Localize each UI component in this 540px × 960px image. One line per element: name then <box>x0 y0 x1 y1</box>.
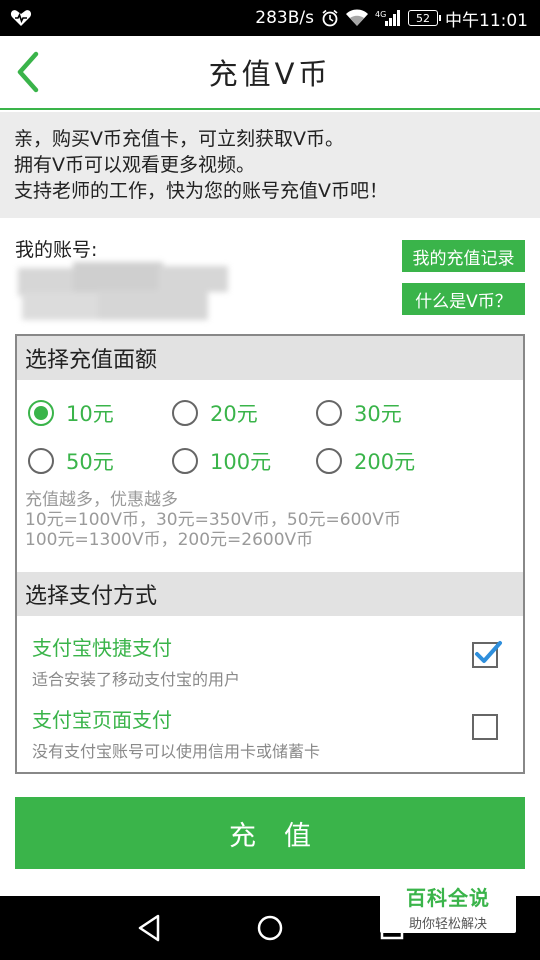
promo-line: 100元=1300V币，200元=2600V币 <box>25 530 314 550</box>
heart-icon <box>10 9 32 27</box>
info-line: 支持老师的工作，快为您的账号充值V币吧！ <box>14 180 388 202</box>
radio-checked-icon[interactable] <box>28 400 54 426</box>
payment-title: 支付宝页面支付 <box>32 708 172 732</box>
checkbox-unchecked[interactable] <box>472 714 498 740</box>
account-label: 我的账号: <box>15 239 98 261</box>
amount-label: 200元 <box>354 450 416 474</box>
payment-title: 支付宝快捷支付 <box>32 636 172 660</box>
page-title: 充值V币 <box>208 57 332 91</box>
recharge-panel: 选择充值面额 10元 20元 30元 50元 100元 200元 充值越多，优惠… <box>15 334 525 774</box>
radio-icon[interactable] <box>28 448 54 474</box>
payment-desc: 没有支付宝账号可以使用信用卡或储蓄卡 <box>32 742 321 761</box>
amount-label: 50元 <box>66 450 114 474</box>
clock: 中午11:01 <box>445 10 528 31</box>
amount-label: 20元 <box>210 402 258 426</box>
back-triangle-icon[interactable] <box>132 910 168 946</box>
recharge-history-button[interactable]: 我的充值记录 <box>402 240 525 272</box>
info-line: 拥有V币可以观看更多视频。 <box>14 154 255 176</box>
checkbox-checked[interactable] <box>472 641 502 668</box>
status-bar: 283B/s 4G 52 中午11:01 <box>0 0 540 36</box>
battery-icon: 52 <box>408 10 441 26</box>
radio-icon[interactable] <box>316 400 342 426</box>
amount-option-200[interactable]: 200元 <box>316 446 415 476</box>
back-arrow-icon[interactable] <box>12 50 46 94</box>
recharge-submit-button[interactable]: 充值 <box>15 797 525 869</box>
payment-option-alipay-page[interactable]: 支付宝页面支付 没有支付宝账号可以使用信用卡或储蓄卡 <box>17 688 523 761</box>
account-value-blurred <box>18 262 230 322</box>
what-is-vcoin-button[interactable]: 什么是V币？ <box>402 283 525 315</box>
promo-line: 充值越多，优惠越多 <box>25 490 178 510</box>
home-circle-icon[interactable] <box>252 910 288 946</box>
payment-option-alipay-quick[interactable]: 支付宝快捷支付 适合安装了移动支付宝的用户 <box>17 616 523 689</box>
amount-option-100[interactable]: 100元 <box>172 446 271 476</box>
amount-option-20[interactable]: 20元 <box>172 398 258 428</box>
radio-icon[interactable] <box>316 448 342 474</box>
watermark-subtitle: 助你轻松解决 <box>408 917 487 932</box>
radio-icon[interactable] <box>172 448 198 474</box>
amount-option-30[interactable]: 30元 <box>316 398 402 428</box>
amount-label: 10元 <box>66 402 114 426</box>
info-line: 亲，购买V币充值卡，可立刻获取V币。 <box>14 128 344 150</box>
wifi-icon <box>346 9 368 27</box>
amount-option-10[interactable]: 10元 <box>28 398 114 428</box>
app-header: 充值V币 <box>0 36 540 110</box>
network-speed: 283B/s <box>255 8 314 28</box>
payment-section-title: 选择支付方式 <box>17 572 523 616</box>
amount-options: 10元 20元 30元 50元 100元 200元 充值越多，优惠越多 10元=… <box>17 380 523 572</box>
radio-icon[interactable] <box>172 400 198 426</box>
network-type: 4G <box>375 10 386 19</box>
check-icon <box>475 641 502 663</box>
battery-level: 52 <box>416 11 430 25</box>
promo-text: 充值越多，优惠越多 10元=100V币，30元=350V币，50元=600V币 … <box>25 490 401 550</box>
amount-label: 30元 <box>354 402 402 426</box>
payment-desc: 适合安装了移动支付宝的用户 <box>32 670 241 689</box>
amount-option-50[interactable]: 50元 <box>28 446 114 476</box>
amount-label: 100元 <box>210 450 272 474</box>
signal-icon: 4G <box>375 9 401 27</box>
watermark-logo: 百科全说 助你轻松解决 <box>380 877 516 933</box>
amount-section-title: 选择充值面额 <box>17 336 523 380</box>
promo-line: 10元=100V币，30元=350V币，50元=600V币 <box>25 510 401 530</box>
alarm-icon <box>321 9 339 27</box>
info-banner: 亲，购买V币充值卡，可立刻获取V币。 拥有V币可以观看更多视频。 支持老师的工作… <box>0 112 540 218</box>
watermark-title: 百科全说 <box>406 886 490 910</box>
